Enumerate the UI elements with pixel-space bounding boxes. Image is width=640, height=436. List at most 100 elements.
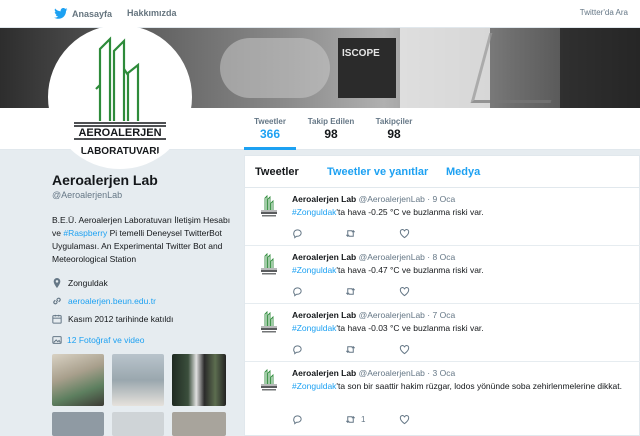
retweet-button[interactable]: [345, 344, 361, 355]
tweet-date[interactable]: · 7 Oca: [427, 310, 455, 320]
reply-icon: [293, 345, 302, 355]
heart-icon: [399, 287, 410, 297]
stat-following-value: 98: [324, 127, 338, 141]
tweet-timeline: Tweetler Tweetler ve yanıtlar Medya Aero…: [244, 155, 640, 436]
tweet-author-name[interactable]: Aeroalerjen Lab: [292, 194, 356, 204]
retweet-icon: [346, 346, 355, 353]
tweet-text: #Zonguldak'ta hava -0.47 °C ve buzlanma …: [292, 264, 622, 276]
tweet-date[interactable]: · 9 Oca: [427, 194, 455, 204]
tweet-header: Aeroalerjen Lab @AeroalerjenLab · 8 Oca: [292, 252, 455, 262]
profile-avatar[interactable]: AEROALERJEN LABORATUVARI: [48, 25, 192, 169]
bio-hashtag[interactable]: #Raspberry: [63, 228, 107, 238]
reply-button[interactable]: [292, 228, 303, 239]
retweet-count: 1: [361, 415, 366, 424]
photo-thumbnail[interactable]: [52, 354, 104, 406]
logo-text-line1: AEROALERJEN: [78, 127, 161, 139]
photos-videos-link[interactable]: 12 Fotoğraf ve video: [52, 335, 232, 345]
profile-handle[interactable]: @AeroalerjenLab: [52, 190, 232, 200]
nav-home[interactable]: Anasayfa: [54, 8, 112, 19]
link-icon: [53, 297, 61, 305]
stat-followers[interactable]: Takipçiler 98: [368, 117, 420, 141]
tweet-text: #Zonguldak'ta son bir saattir hakim rüzg…: [292, 380, 622, 392]
tweet-item[interactable]: Aeroalerjen Lab @AeroalerjenLab · 3 Oca …: [245, 362, 640, 436]
reply-button[interactable]: [292, 344, 303, 355]
tweet-author-name[interactable]: Aeroalerjen Lab: [292, 252, 356, 262]
tweet-hashtag[interactable]: #Zonguldak: [292, 323, 336, 333]
tab-tweets[interactable]: Tweetler: [255, 166, 299, 178]
tweet-date[interactable]: · 8 Oca: [427, 252, 455, 262]
joined-text: Kasım 2012 tarihinde katıldı: [68, 314, 174, 324]
tweet-date[interactable]: · 3 Oca: [427, 368, 455, 378]
tweet-author-handle[interactable]: @AeroalerjenLab: [359, 368, 425, 378]
like-button[interactable]: [399, 286, 410, 297]
stat-tweets-label: Tweetler: [254, 117, 286, 126]
photo-thumbnail[interactable]: [172, 354, 226, 406]
stat-followers-label: Takipçiler: [375, 117, 413, 126]
like-button[interactable]: [399, 414, 410, 425]
tweet-avatar[interactable]: [257, 368, 281, 392]
tweet-item[interactable]: Aeroalerjen Lab @AeroalerjenLab · 9 Oca …: [245, 188, 640, 246]
reply-icon: [293, 415, 302, 425]
lab-logo-icon: AEROALERJEN LABORATUVARI: [74, 36, 166, 157]
tweet-avatar[interactable]: [257, 252, 281, 276]
reply-button[interactable]: [292, 414, 303, 425]
tweet-author-name[interactable]: Aeroalerjen Lab: [292, 310, 356, 320]
retweet-icon: [346, 230, 355, 237]
tweet-item[interactable]: Aeroalerjen Lab @AeroalerjenLab · 8 Oca …: [245, 246, 640, 304]
tweet-item[interactable]: Aeroalerjen Lab @AeroalerjenLab · 7 Oca …: [245, 304, 640, 362]
tweet-body: 'ta son bir saattir hakim rüzgar, lodos …: [336, 381, 623, 391]
retweet-button[interactable]: [345, 228, 361, 239]
profile-bio: B.E.Ü. Aeroalerjen Laboratuvarı İletişim…: [52, 214, 232, 266]
photo-thumbnail[interactable]: [112, 412, 164, 436]
tweet-header: Aeroalerjen Lab @AeroalerjenLab · 3 Oca: [292, 368, 455, 378]
tweet-author-handle[interactable]: @AeroalerjenLab: [359, 252, 425, 262]
nav-about[interactable]: Hakkımızda: [127, 8, 177, 18]
retweet-icon: [346, 288, 355, 295]
profile-name[interactable]: Aeroalerjen Lab: [52, 172, 232, 188]
tweet-body: 'ta hava -0.47 °C ve buzlanma riski var.: [336, 265, 484, 275]
stat-following[interactable]: Takip Edilen 98: [305, 117, 357, 141]
like-button[interactable]: [399, 344, 410, 355]
tweet-hashtag[interactable]: #Zonguldak: [292, 207, 336, 217]
calendar-icon: [52, 314, 62, 324]
tweet-header: Aeroalerjen Lab @AeroalerjenLab · 9 Oca: [292, 194, 455, 204]
tweet-hashtag[interactable]: #Zonguldak: [292, 381, 336, 391]
tweet-text: #Zonguldak'ta hava -0.03 °C ve buzlanma …: [292, 322, 622, 334]
tweet-text: #Zonguldak'ta hava -0.25 °C ve buzlanma …: [292, 206, 622, 218]
like-button[interactable]: [399, 228, 410, 239]
reply-button[interactable]: [292, 286, 303, 297]
tweet-author-handle[interactable]: @AeroalerjenLab: [359, 310, 425, 320]
tab-tweets-and-replies[interactable]: Tweetler ve yanıtlar: [327, 166, 428, 178]
retweet-button[interactable]: [345, 286, 361, 297]
tweet-hashtag[interactable]: #Zonguldak: [292, 265, 336, 275]
tab-media[interactable]: Medya: [446, 166, 480, 178]
tweet-header: Aeroalerjen Lab @AeroalerjenLab · 7 Oca: [292, 310, 455, 320]
heart-icon: [399, 345, 410, 355]
timeline-tabs: Tweetler Tweetler ve yanıtlar Medya: [245, 156, 639, 188]
retweet-button[interactable]: 1: [345, 414, 365, 425]
twitter-bird-icon: [54, 8, 68, 19]
photo-thumbnail[interactable]: [52, 412, 104, 436]
banner-shape: [220, 38, 330, 98]
stat-tweets[interactable]: Tweetler 366: [244, 117, 296, 150]
tweet-avatar[interactable]: [257, 310, 281, 334]
tweet-avatar[interactable]: [257, 194, 281, 218]
photo-thumbnail[interactable]: [112, 354, 164, 406]
location-text: Zonguldak: [68, 278, 108, 288]
banner-shape: [338, 38, 396, 98]
website-text[interactable]: aeroalerjen.beun.edu.tr: [68, 296, 156, 306]
retweet-icon: [346, 416, 355, 423]
search-placeholder: Twitter'da Ara: [579, 8, 628, 17]
tweet-actions: [292, 228, 492, 240]
tweet-author-handle[interactable]: @AeroalerjenLab: [359, 194, 425, 204]
stat-following-label: Takip Edilen: [307, 117, 355, 126]
search-input[interactable]: Twitter'da Ara: [580, 8, 628, 17]
tweet-author-name[interactable]: Aeroalerjen Lab: [292, 368, 356, 378]
banner-shape: [470, 33, 570, 103]
photos-label[interactable]: 12 Fotoğraf ve video: [67, 335, 145, 345]
photo-thumbnail[interactable]: [172, 412, 226, 436]
profile-website[interactable]: aeroalerjen.beun.edu.tr: [52, 296, 232, 306]
location-pin-icon: [53, 278, 61, 288]
nav-home-label: Anasayfa: [72, 8, 113, 19]
profile-joined: Kasım 2012 tarihinde katıldı: [52, 314, 232, 324]
